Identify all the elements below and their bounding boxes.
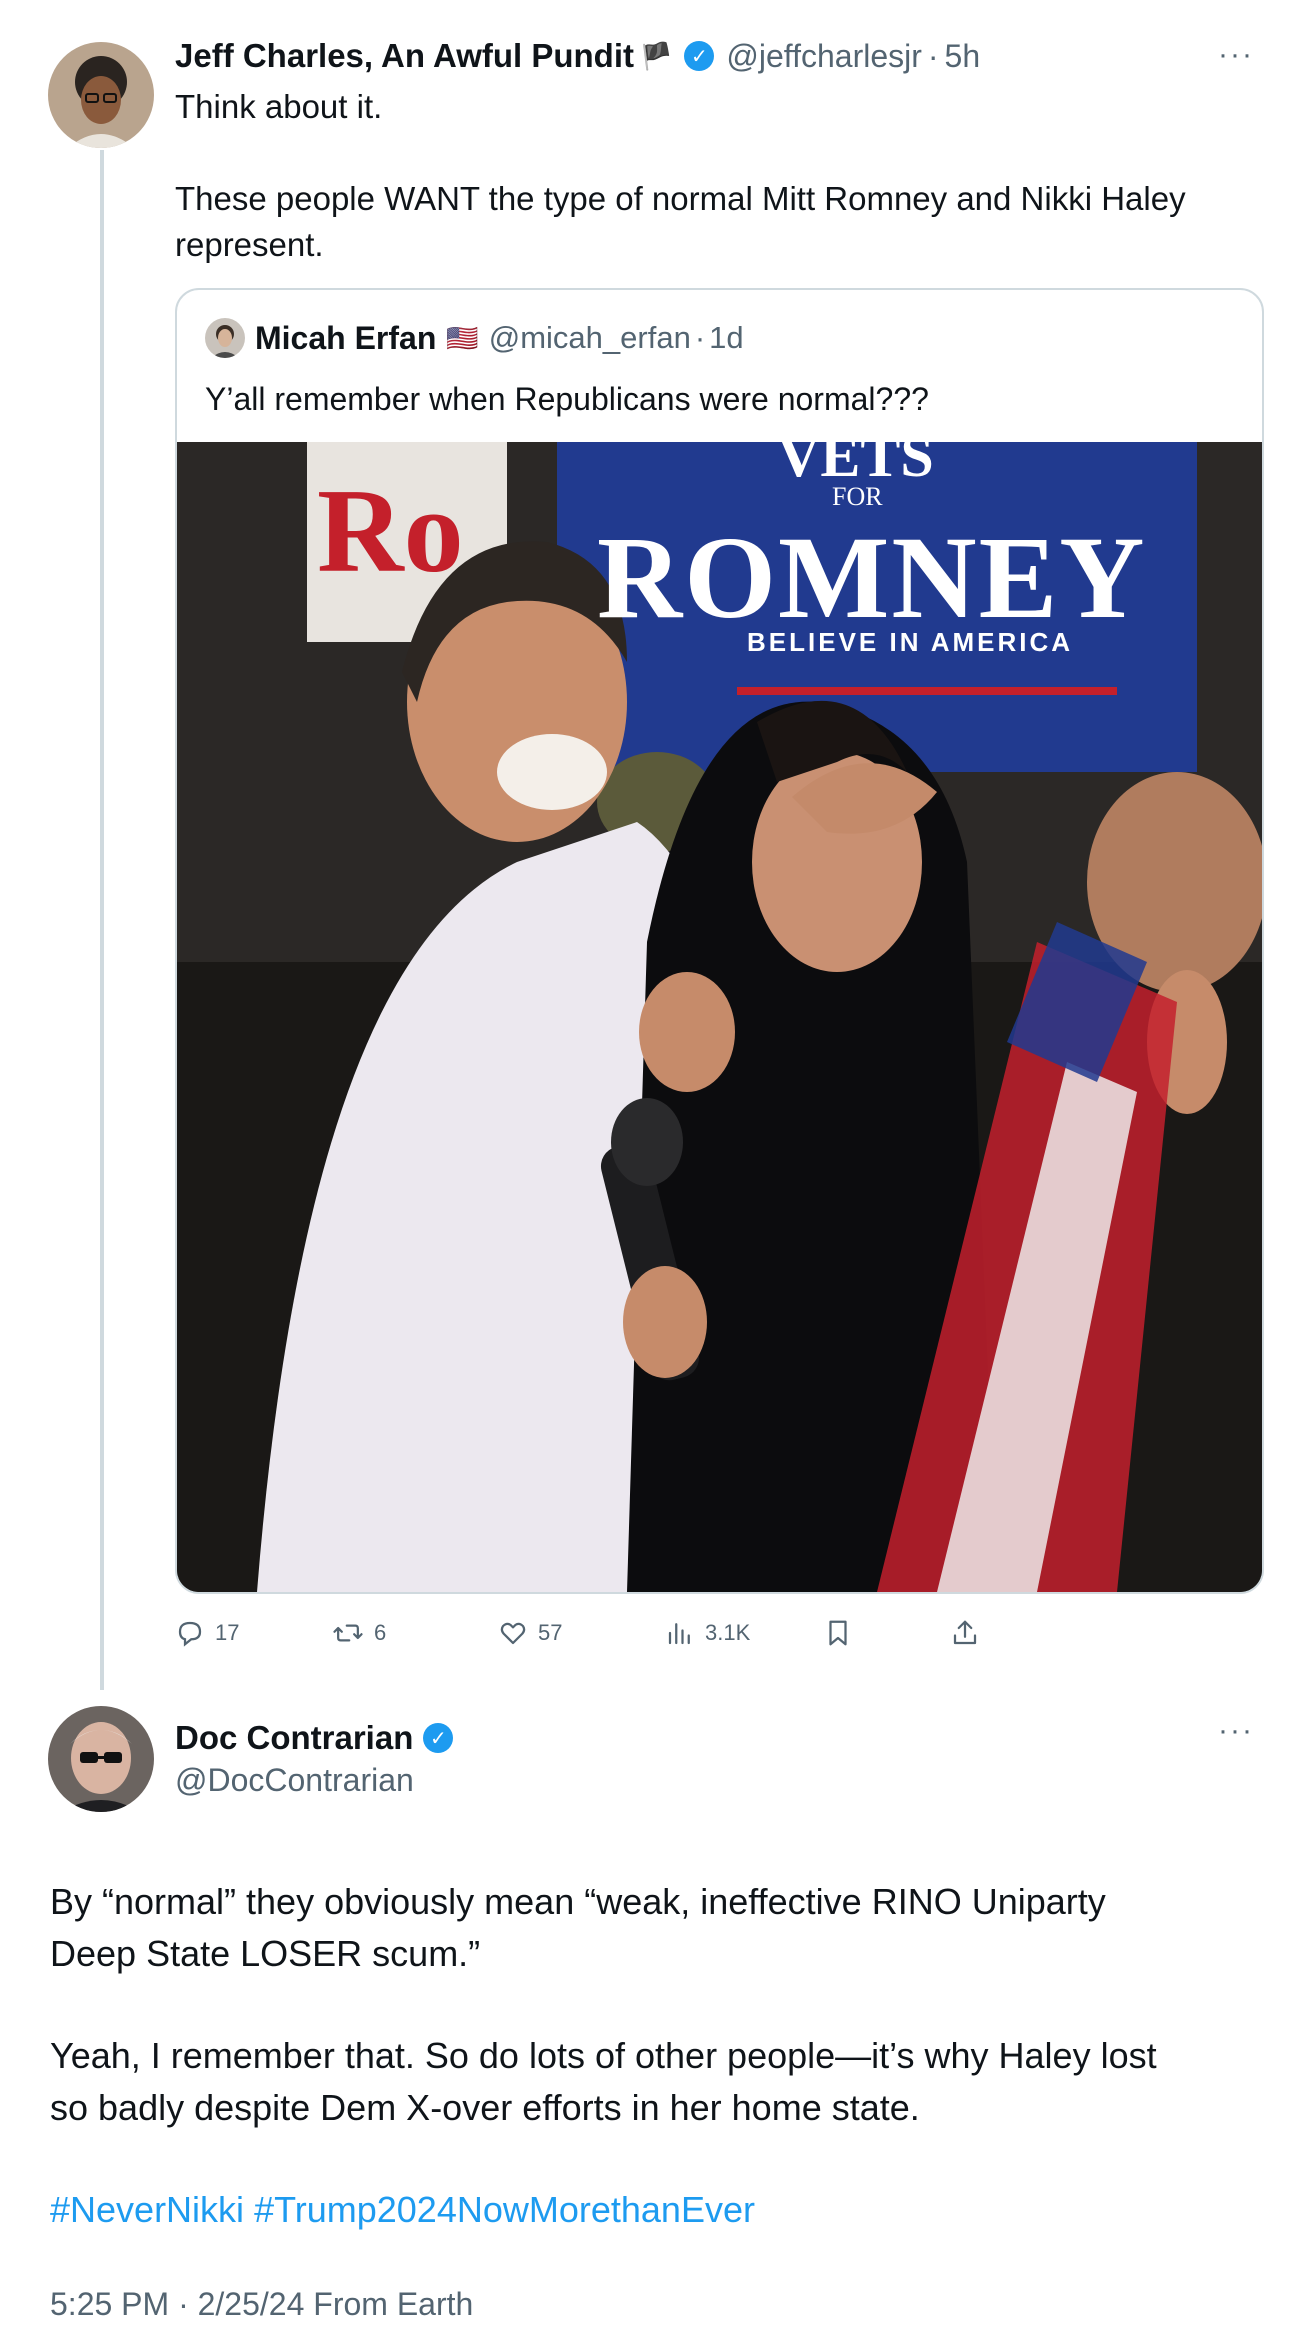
reply-text-line-2: Deep State LOSER scum.” [50, 1933, 481, 1974]
reply-text-line-1: By “normal” they obviously mean “weak, i… [50, 1881, 1106, 1922]
separator-dot: · [694, 320, 706, 355]
hashtag-link[interactable]: #NeverNikki [50, 2189, 244, 2230]
quoted-tweet-time[interactable]: 1d [709, 320, 743, 356]
tweet-text-line-2: These people WANT the type of normal Mit… [175, 180, 1186, 217]
quoted-author-avatar[interactable] [205, 318, 245, 358]
author-handle[interactable]: @jeffcharlesjr [726, 38, 922, 75]
more-options-icon[interactable]: ··· [1218, 38, 1254, 72]
tweet-header: Jeff Charles, An Awful Pundit 🏴 ✓ @jeffc… [175, 34, 980, 78]
verified-badge-icon: ✓ [684, 41, 715, 71]
tweet-text-line-3: represent. [175, 226, 324, 263]
quoted-tweet-card[interactable]: Micah Erfan 🇺🇸 @micah_erfan · 1d Y’all r… [175, 288, 1264, 1594]
reply-text-line-3: Yeah, I remember that. So do lots of oth… [50, 2035, 1157, 2076]
quoted-author-handle[interactable]: @micah_erfan [489, 320, 691, 356]
reply-more-options-icon[interactable]: ··· [1218, 1714, 1254, 1748]
reply-header: Doc Contrarian ✓ [175, 1716, 454, 1760]
photo-sign-main-text: ROMNEY [597, 512, 1147, 643]
verified-badge-icon: ✓ [423, 1723, 454, 1753]
photo-sign-sub-text: BELIEVE IN AMERICA [747, 627, 1074, 657]
hashtag-link[interactable]: #Trump2024NowMorethanEver [254, 2189, 755, 2230]
thread-connector-line [100, 150, 104, 1690]
tweet-action-bar: 17 6 57 3.1K [175, 1610, 995, 1658]
photo-sign-for-text: FOR [832, 482, 883, 511]
view-count: 3.1K [705, 1620, 751, 1645]
reply-author-name[interactable]: Doc Contrarian [175, 1719, 413, 1757]
heart-icon [500, 1622, 526, 1645]
author-avatar[interactable] [48, 42, 154, 148]
repost-icon [333, 1624, 363, 1642]
bookmark-button[interactable] [823, 1618, 853, 1648]
tweet-time[interactable]: 5h [945, 38, 981, 75]
quoted-tweet-photo[interactable]: VETS FOR ROMNEY BELIEVE IN AMERICA Ro [177, 442, 1262, 1592]
author-name[interactable]: Jeff Charles, An Awful Pundit [175, 37, 634, 75]
flag-icon: 🏴 [640, 40, 673, 71]
repost-button[interactable]: 6 [332, 1618, 386, 1648]
hashtag-row: #NeverNikki #Trump2024NowMorethanEver [50, 2184, 755, 2236]
reply-timestamp[interactable]: 5:25 PM · 2/25/24 From Earth [50, 2286, 473, 2323]
reply-icon [178, 1621, 202, 1647]
like-button[interactable]: 57 [498, 1618, 562, 1648]
views-chart-icon [668, 1623, 690, 1645]
like-count: 57 [538, 1620, 563, 1645]
separator-dot: · [927, 37, 939, 74]
share-icon [953, 1620, 977, 1645]
bookmark-icon [829, 1620, 847, 1646]
quoted-author-name[interactable]: Micah Erfan [255, 320, 436, 357]
views-button[interactable]: 3.1K [665, 1618, 750, 1648]
reply-author-avatar[interactable] [48, 1706, 154, 1812]
photo-sign-left-text: Ro [317, 464, 464, 597]
reply-text-line-4: so badly despite Dem X-over efforts in h… [50, 2087, 920, 2128]
flag-icon: 🇺🇸 [446, 322, 479, 353]
reply-author-handle[interactable]: @DocContrarian [175, 1762, 414, 1799]
reply-count: 17 [215, 1620, 240, 1645]
reply-button[interactable]: 17 [175, 1618, 239, 1648]
tweet-text-line-1: Think about it. [175, 88, 383, 125]
share-button[interactable] [950, 1618, 980, 1648]
quoted-tweet-text: Y’all remember when Republicans were nor… [205, 381, 929, 417]
quoted-tweet-header: Micah Erfan 🇺🇸 @micah_erfan · 1d [255, 316, 744, 360]
repost-count: 6 [374, 1620, 387, 1645]
